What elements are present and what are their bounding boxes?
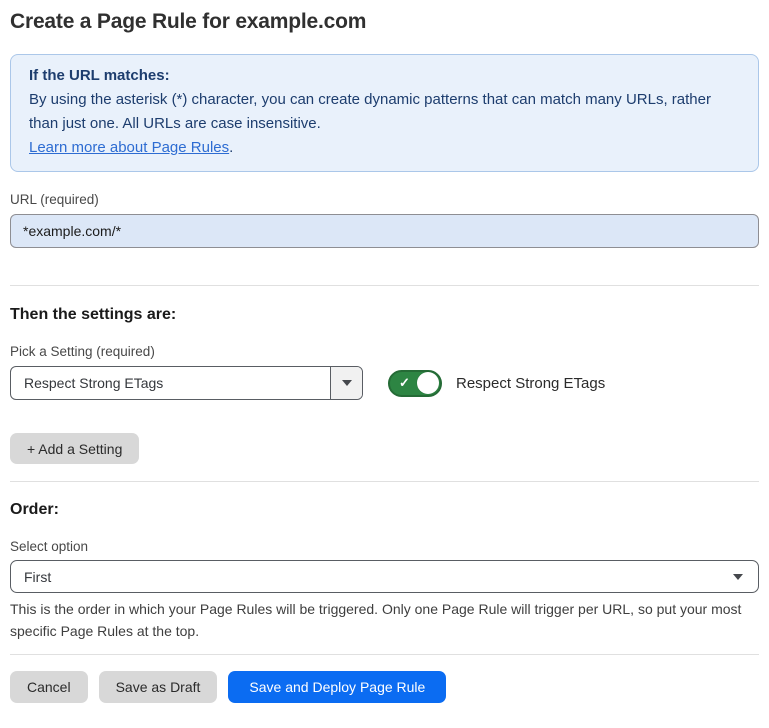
url-input[interactable] [10,214,759,248]
chevron-down-icon[interactable] [330,367,362,399]
setting-select[interactable]: Respect Strong ETags [10,366,363,400]
divider [10,481,759,482]
cancel-button[interactable]: Cancel [10,671,88,703]
create-page-rule-form: Create a Page Rule for example.com If th… [0,10,769,703]
toggle-knob [417,372,439,394]
save-draft-button[interactable]: Save as Draft [99,671,218,703]
select-option-label: Select option [10,539,759,554]
setting-toggle-group: ✓ Respect Strong ETags [388,370,605,397]
info-box-heading: If the URL matches: [29,64,740,88]
divider [10,654,759,655]
url-match-info-box: If the URL matches: By using the asteris… [10,54,759,172]
info-box-link-line: Learn more about Page Rules. [29,136,740,160]
order-select-value: First [24,569,51,585]
footer-actions: Cancel Save as Draft Save and Deploy Pag… [10,671,759,703]
chevron-down-icon [733,574,743,580]
save-deploy-button[interactable]: Save and Deploy Page Rule [228,671,446,703]
order-heading: Order: [10,501,759,519]
learn-more-link[interactable]: Learn more about Page Rules [29,139,229,156]
setting-select-value: Respect Strong ETags [11,367,330,399]
setting-toggle-label: Respect Strong ETags [456,375,605,392]
settings-heading: Then the settings are: [10,306,759,324]
order-select[interactable]: First [10,560,759,593]
order-help-text: This is the order in which your Page Rul… [10,598,759,642]
check-icon: ✓ [399,376,410,389]
setting-row: Respect Strong ETags ✓ Respect Strong ET… [10,366,759,400]
page-title: Create a Page Rule for example.com [10,10,759,34]
link-suffix: . [229,139,233,156]
divider [10,285,759,286]
setting-toggle[interactable]: ✓ [388,370,442,397]
info-box-body: By using the asterisk (*) character, you… [29,88,740,136]
pick-setting-label: Pick a Setting (required) [10,344,759,359]
add-setting-button[interactable]: + Add a Setting [10,433,139,464]
url-label: URL (required) [10,192,759,207]
chevron-down-glyph [342,380,352,386]
